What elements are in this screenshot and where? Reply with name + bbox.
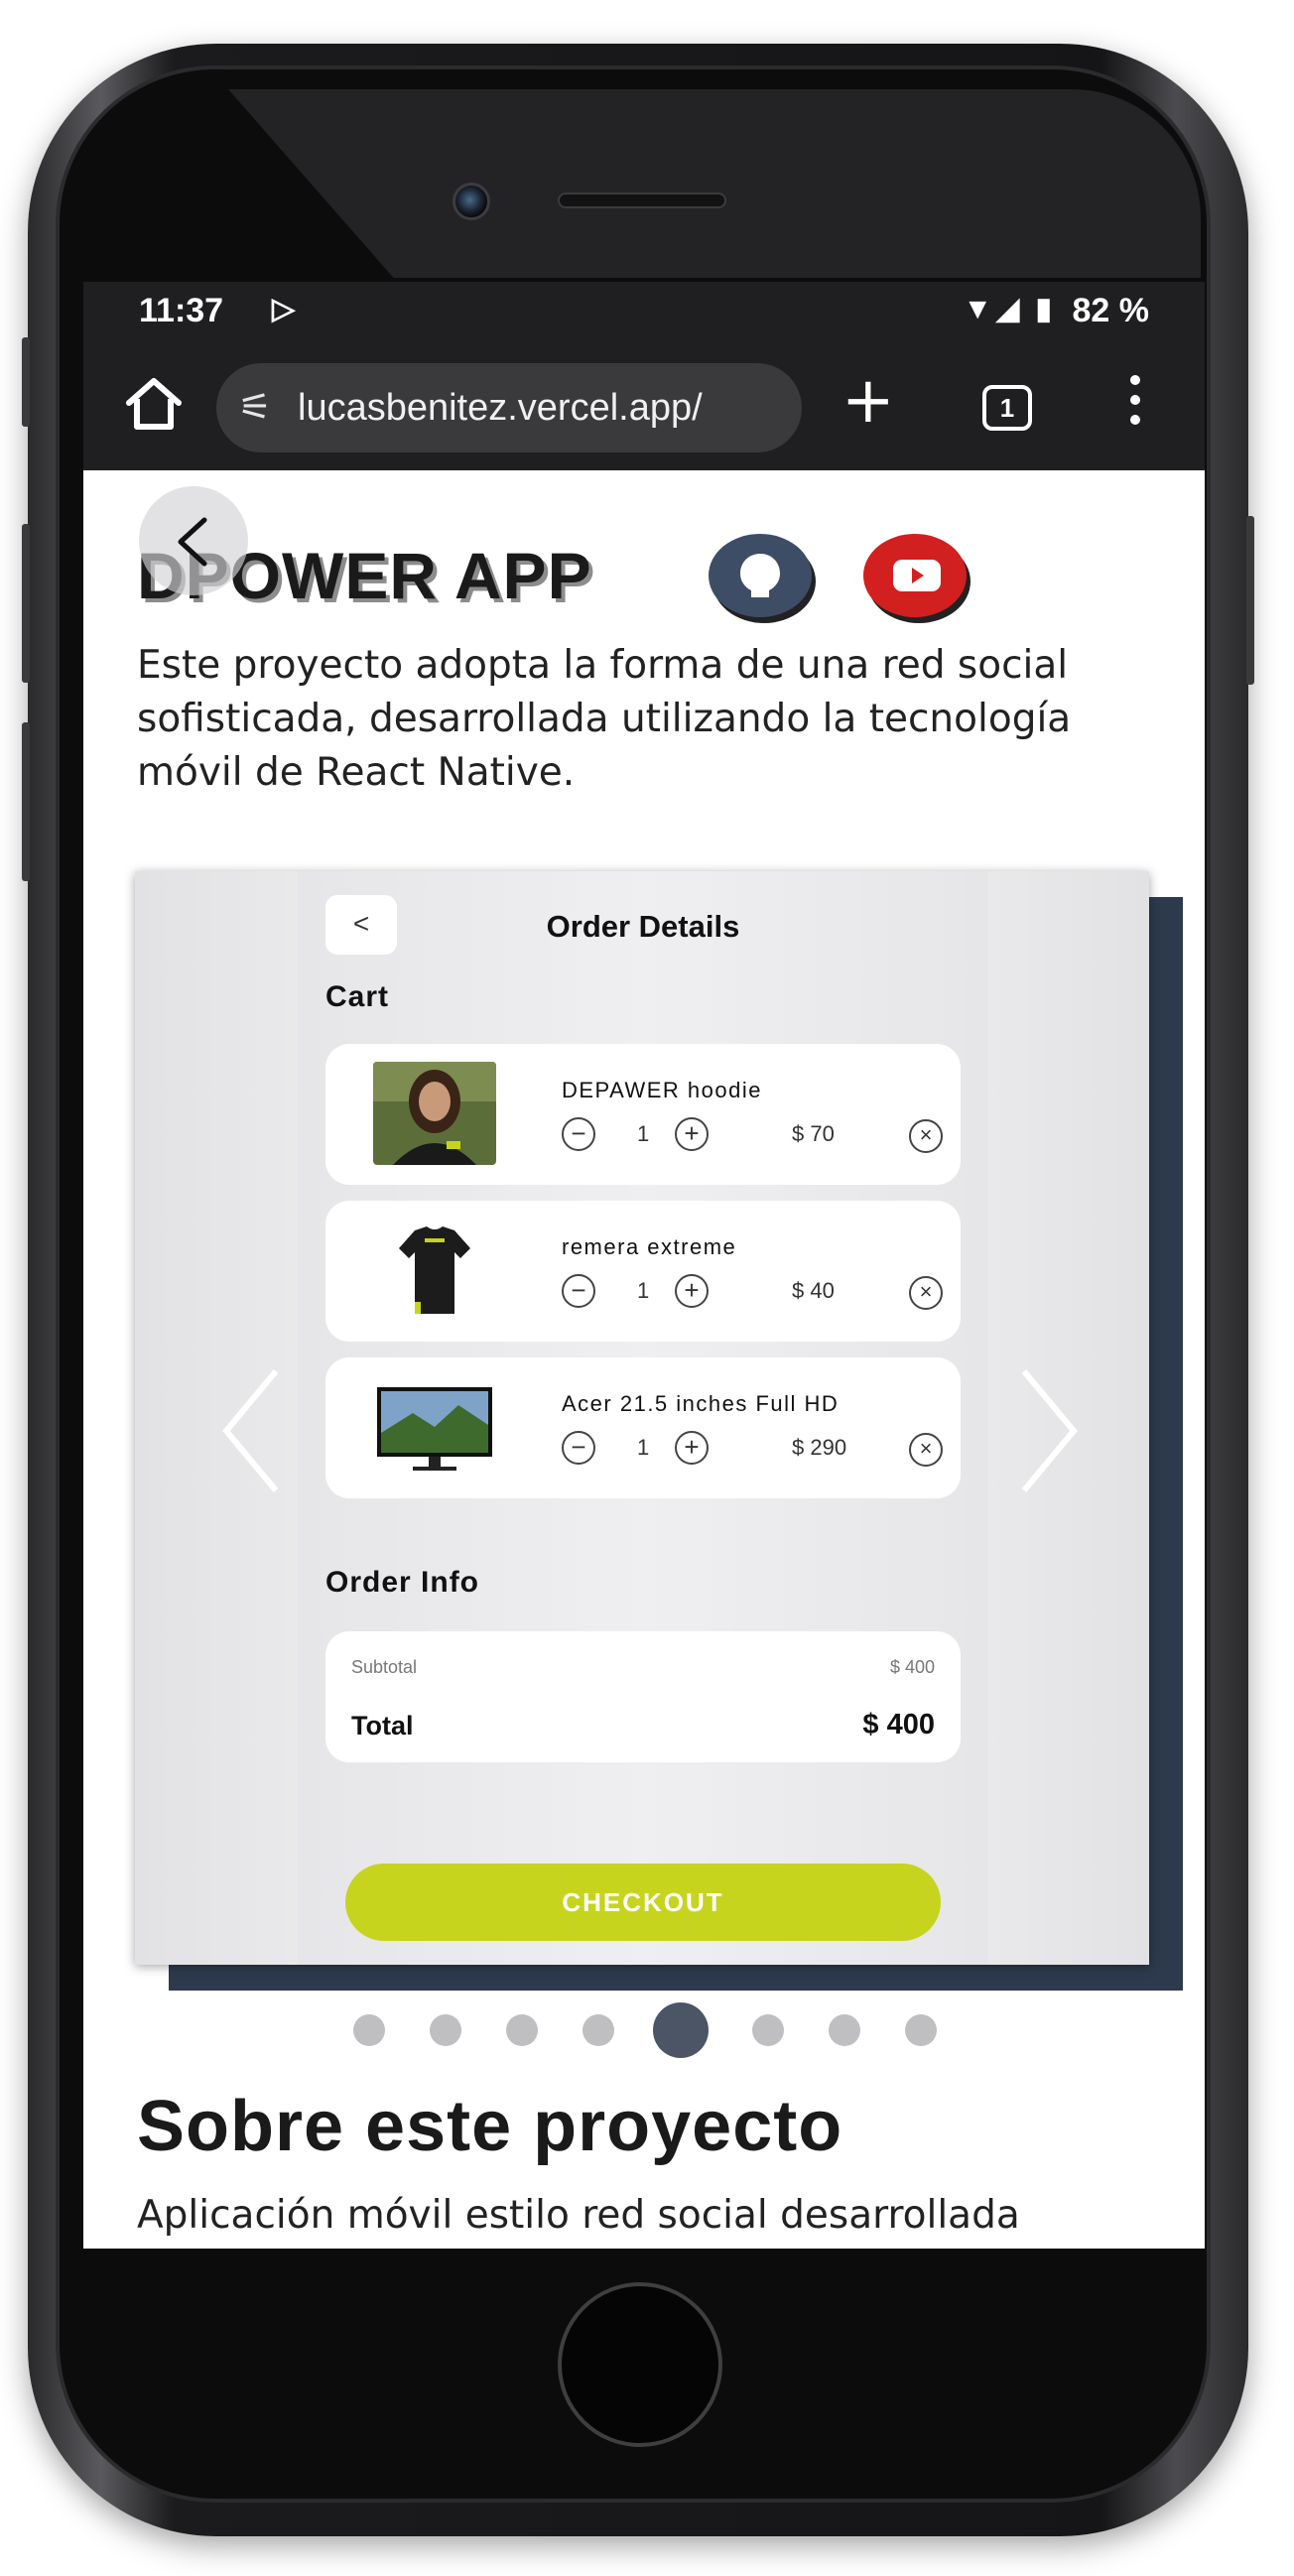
quantity-stepper: − 1 + $ 40 × [562,1274,949,1314]
site-settings-icon[interactable]: ⚟ [238,363,272,452]
remove-icon: × [909,1119,943,1153]
chevron-left-icon [178,517,207,567]
carousel-dot[interactable] [353,2014,385,2046]
minus-icon: − [562,1117,595,1151]
youtube-link[interactable] [863,534,967,617]
order-info-heading: Order Info [325,1566,480,1599]
earpiece-speaker [558,193,726,208]
carousel-dot[interactable] [752,2014,784,2046]
item-quantity: 1 [637,1121,650,1146]
minus-icon: − [562,1431,595,1465]
project-description: Este proyecto adopta la forma de una red… [137,643,1072,795]
play-notification-icon: ▷ [272,293,296,325]
order-summary: Subtotal $ 400 Total $ 400 [325,1631,961,1762]
item-price: $ 70 [792,1121,835,1146]
overflow-menu-icon[interactable] [1125,367,1145,447]
plus-icon: + [675,1274,709,1308]
bezel-reflection [228,89,1201,278]
front-camera [453,183,490,220]
wifi-signal-icons: ▼◢ ▮ [963,293,1056,325]
carousel-dot[interactable] [430,2014,461,2046]
total-label: Total [351,1711,414,1740]
youtube-icon [893,560,941,591]
item-name: DEPAWER hoodie [562,1078,762,1102]
subtotal-value: $ 400 [889,1657,935,1677]
quantity-stepper: − 1 + $ 290 × [562,1431,949,1471]
carousel-prev-arrow[interactable] [212,1361,292,1500]
item-quantity: 1 [637,1278,650,1303]
minus-icon: − [562,1274,595,1308]
checkout-button: CHECKOUT [345,1864,941,1941]
item-name: Acer 21.5 inches Full HD [562,1391,840,1416]
carousel-dot[interactable] [829,2014,860,2046]
silent-switch [22,337,30,427]
remove-icon: × [909,1276,943,1310]
url-text: lucasbenitez.vercel.app/ [298,387,703,429]
github-icon [740,554,780,597]
carousel-slide: < Order Details Cart DEPAWER hoodie − 1 … [135,871,1149,1965]
about-heading: Sobre este proyecto [137,2087,843,2166]
app-screen-title: Order Details [546,909,740,944]
carousel-dot[interactable] [653,2002,709,2058]
back-button[interactable] [139,486,248,595]
quantity-stepper: − 1 + $ 70 × [562,1117,949,1157]
total-value: $ 400 [862,1709,935,1740]
hoodie-product-image [373,1062,496,1165]
tab-switcher-button[interactable]: 1 [982,385,1032,431]
tshirt-product-image [373,1219,496,1322]
cart-heading: Cart [325,980,390,1013]
status-time: 11:37 [139,292,224,329]
browser-toolbar: ⚟ lucasbenitez.vercel.app/ + 1 [83,341,1205,470]
app-screenshot: < Order Details Cart DEPAWER hoodie − 1 … [298,871,988,1965]
home-icon[interactable] [119,369,189,439]
item-price: $ 40 [792,1278,835,1303]
plus-icon: + [675,1431,709,1465]
status-bar: 11:37 ▷ ▼◢ ▮ 82 % [83,282,1205,341]
subtotal-label: Subtotal [351,1657,418,1677]
carousel-next-arrow[interactable] [1008,1361,1088,1500]
phone-screen: 11:37 ▷ ▼◢ ▮ 82 % ⚟ lucasbenitez.vercel.… [83,282,1205,2249]
github-link[interactable] [709,534,812,617]
carousel-dot[interactable] [506,2014,538,2046]
carousel-dot[interactable] [905,2014,937,2046]
cart-item: DEPAWER hoodie − 1 + $ 70 × [325,1044,961,1185]
about-text: Aplicación móvil estilo red social desar… [137,2193,1020,2238]
battery-percentage: 82 % [1072,292,1150,329]
page-content: DPOWER APP Este proyecto adopta la forma… [83,470,1205,2249]
volume-up-button [22,524,30,683]
address-bar[interactable]: ⚟ lucasbenitez.vercel.app/ [216,363,802,452]
item-price: $ 290 [792,1435,847,1460]
item-quantity: 1 [637,1435,650,1460]
home-button[interactable] [558,2282,722,2447]
new-tab-icon[interactable]: + [841,361,895,441]
item-name: remera extreme [562,1234,737,1259]
remove-icon: × [909,1433,943,1467]
plus-icon: + [675,1117,709,1151]
cart-item: Acer 21.5 inches Full HD − 1 + $ 290 × [325,1357,961,1498]
carousel-indicators [83,2002,1205,2058]
cart-item: remera extreme − 1 + $ 40 × [325,1201,961,1342]
carousel-dot[interactable] [582,2014,614,2046]
volume-down-button [22,722,30,881]
power-button [1246,516,1254,685]
monitor-product-image [373,1375,496,1479]
